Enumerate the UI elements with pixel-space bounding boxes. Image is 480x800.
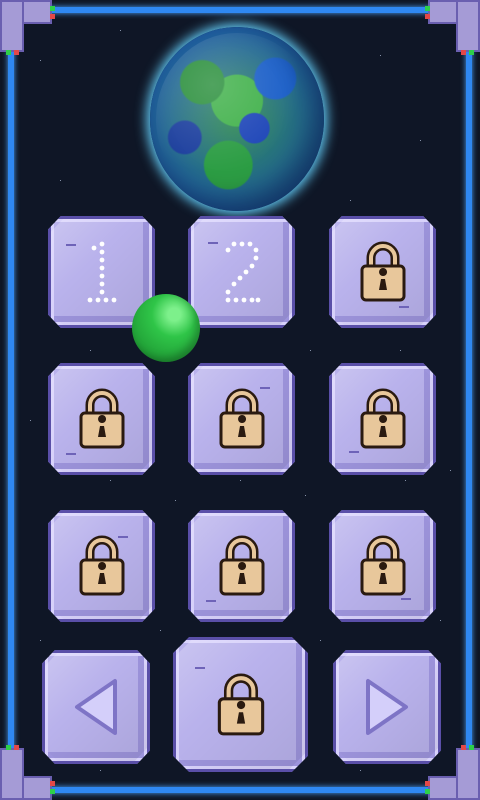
level-6-locked-button[interactable] xyxy=(329,363,436,475)
previous-page-button[interactable] xyxy=(42,650,150,764)
dotted-digit-2 xyxy=(225,241,260,303)
padlock-icon xyxy=(79,388,124,449)
padlock-icon xyxy=(360,535,405,596)
padlock-icon xyxy=(219,388,264,449)
frame-corner xyxy=(0,0,55,55)
level-8-locked-button[interactable] xyxy=(188,510,295,622)
level-2-button[interactable]: 2 xyxy=(188,216,295,328)
triangle-right-icon xyxy=(366,679,408,735)
frame-corner xyxy=(425,0,480,55)
triangle-left-icon xyxy=(75,679,117,735)
dotted-digit-1 xyxy=(87,241,116,303)
padlock-icon xyxy=(217,673,264,735)
frame-top xyxy=(30,7,450,13)
planet-icon xyxy=(150,27,324,211)
level-4-locked-button[interactable] xyxy=(48,363,155,475)
level-5-locked-button[interactable] xyxy=(188,363,295,475)
padlock-icon xyxy=(219,535,264,596)
padlock-icon xyxy=(360,388,405,449)
frame-right xyxy=(466,30,472,770)
level-7-locked-button[interactable] xyxy=(48,510,155,622)
next-page-button[interactable] xyxy=(333,650,441,764)
world-select-locked-button[interactable] xyxy=(173,637,308,772)
frame-left xyxy=(8,30,14,770)
level-3-locked-button[interactable] xyxy=(329,216,436,328)
player-ball-icon xyxy=(132,294,200,362)
padlock-icon xyxy=(79,535,124,596)
padlock-icon xyxy=(360,241,405,302)
level-9-locked-button[interactable] xyxy=(329,510,436,622)
frame-bottom xyxy=(30,787,450,793)
